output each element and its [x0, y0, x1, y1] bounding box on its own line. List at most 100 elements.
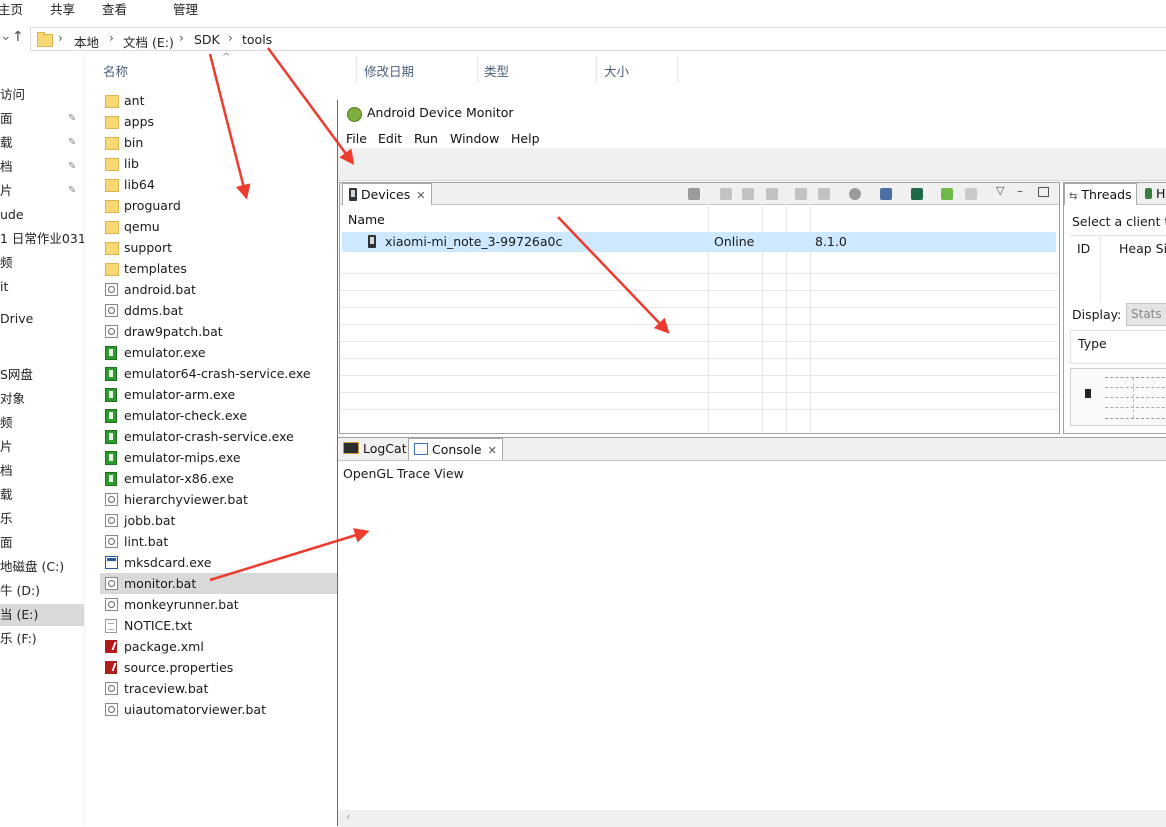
chevron-right-icon[interactable]: › [179, 31, 184, 45]
debug-icon[interactable] [688, 188, 700, 200]
dump-hprof-icon[interactable] [742, 188, 754, 200]
chevron-right-icon[interactable]: › [228, 31, 233, 45]
file-row[interactable]: NOTICE.txt [100, 615, 337, 636]
file-row[interactable]: traceview.bat [100, 678, 337, 699]
column-separator[interactable] [596, 56, 597, 82]
file-row[interactable]: bin [100, 132, 337, 153]
menu-help[interactable]: Help [511, 131, 540, 146]
sidebar-item[interactable]: 片 [0, 436, 84, 458]
method-profiling-icon[interactable] [818, 188, 830, 200]
screen-capture-icon[interactable] [880, 188, 892, 200]
display-select[interactable]: Stats [1126, 303, 1166, 326]
file-row[interactable]: lib64 [100, 174, 337, 195]
ribbon-tab-share[interactable]: 共享 [50, 0, 75, 18]
file-row[interactable]: support [100, 237, 337, 258]
file-row[interactable]: monkeyrunner.bat [100, 594, 337, 615]
sidebar-item[interactable]: ude [0, 204, 84, 226]
device-row[interactable]: xiaomi-mi_note_3-99726a0c Online 8.1.0 [342, 232, 1056, 252]
ribbon-tab-view[interactable]: 查看 [102, 0, 127, 18]
type-col[interactable]: Type [1078, 336, 1107, 351]
minimize-icon[interactable]: – [1017, 184, 1023, 198]
sidebar-item[interactable]: 面 ✎ [0, 108, 84, 130]
file-row[interactable]: mksdcard.exe [100, 552, 337, 573]
file-row[interactable]: emulator-x86.exe [100, 468, 337, 489]
ribbon-tab-home[interactable]: 主页 [0, 0, 23, 18]
tab-logcat[interactable]: LogCat [340, 438, 410, 459]
file-row[interactable]: proguard [100, 195, 337, 216]
file-row[interactable]: qemu [100, 216, 337, 237]
sidebar-item[interactable]: 档 [0, 460, 84, 482]
breadcrumb-documents-e[interactable]: 文档 (E:) [123, 32, 174, 51]
update-heap-icon[interactable] [720, 188, 732, 200]
address-bar[interactable]: › 本地 › 文档 (E:) › SDK › tools [30, 27, 1166, 51]
file-row[interactable]: apps [100, 111, 337, 132]
chevron-down-icon[interactable]: ⌄ [0, 28, 12, 44]
sidebar-item[interactable]: it [0, 276, 84, 298]
file-row[interactable]: templates [100, 258, 337, 279]
file-row[interactable]: emulator64-crash-service.exe [100, 363, 337, 384]
column-header-name[interactable]: 名称 [103, 62, 128, 82]
sidebar-item[interactable]: 访问 [0, 84, 84, 106]
chevron-right-icon[interactable]: › [109, 31, 114, 45]
opengl-trace-icon[interactable] [941, 188, 953, 200]
menu-file[interactable]: File [346, 131, 367, 146]
sidebar-item[interactable]: Drive [0, 308, 84, 330]
file-row[interactable]: lib [100, 153, 337, 174]
file-row[interactable]: ddms.bat [100, 300, 337, 321]
devices-column-name[interactable]: Name [348, 212, 385, 227]
sidebar-item[interactable]: 频 [0, 252, 84, 274]
column-separator[interactable] [477, 56, 478, 82]
breadcrumb-sdk[interactable]: SDK [194, 32, 220, 47]
file-row[interactable]: jobb.bat [100, 510, 337, 531]
sidebar-item[interactable]: 面 [0, 532, 84, 554]
column-separator[interactable] [677, 56, 678, 82]
column-separator[interactable] [356, 56, 357, 82]
view-menu-icon[interactable]: ▽ [996, 184, 1004, 197]
menu-edit[interactable]: Edit [378, 131, 402, 146]
file-row[interactable]: emulator-mips.exe [100, 447, 337, 468]
sidebar-item[interactable]: 1 日常作业0314 [0, 228, 84, 250]
close-icon[interactable]: ✕ [488, 444, 497, 457]
up-arrow-icon[interactable]: ↑ [12, 29, 24, 45]
file-row[interactable]: lint.bat [100, 531, 337, 552]
sidebar-item[interactable]: 频 [0, 412, 84, 434]
sidebar-item[interactable]: 乐 (F:) [0, 628, 84, 650]
update-threads-icon[interactable] [795, 188, 807, 200]
sidebar-item[interactable]: 乐 [0, 508, 84, 530]
file-row[interactable]: emulator-check.exe [100, 405, 337, 426]
pin-icon[interactable]: ✎ [68, 108, 76, 130]
file-row[interactable]: uiautomatorviewer.bat [100, 699, 337, 720]
systrace-icon[interactable] [911, 188, 923, 200]
sidebar-item[interactable]: 载 ✎ [0, 132, 84, 154]
breadcrumb-tools[interactable]: tools [242, 32, 272, 47]
close-icon[interactable]: ✕ [416, 189, 425, 202]
file-row[interactable]: draw9patch.bat [100, 321, 337, 342]
tab-heap[interactable]: H [1141, 183, 1166, 204]
file-row[interactable]: hierarchyviewer.bat [100, 489, 337, 510]
sidebar-item[interactable]: 档 ✎ [0, 156, 84, 178]
file-row[interactable]: emulator-arm.exe [100, 384, 337, 405]
tab-devices[interactable]: Devices ✕ [342, 183, 433, 205]
file-row[interactable]: emulator.exe [100, 342, 337, 363]
column-header-size[interactable]: 大小 [604, 62, 629, 82]
pin-icon[interactable]: ✎ [68, 132, 76, 154]
file-row[interactable]: source.properties [100, 657, 337, 678]
hierarchy-icon[interactable] [965, 188, 977, 200]
cause-gc-icon[interactable] [766, 188, 778, 200]
file-row[interactable]: monitor.bat [100, 573, 337, 594]
heap-col-id[interactable]: ID [1077, 241, 1090, 256]
file-row[interactable]: ant [100, 90, 337, 111]
breadcrumb-local[interactable]: 本地 [74, 32, 99, 51]
sidebar-item[interactable]: 当 (E:) [0, 604, 84, 626]
pin-icon[interactable]: ✎ [68, 156, 76, 178]
scroll-left-icon[interactable]: ‹ [346, 810, 350, 823]
file-row[interactable]: package.xml [100, 636, 337, 657]
file-row[interactable]: emulator-crash-service.exe [100, 426, 337, 447]
sidebar-item[interactable]: 载 [0, 484, 84, 506]
pin-icon[interactable]: ✎ [68, 180, 76, 202]
window-titlebar[interactable]: Android Device Monitor [338, 100, 1166, 126]
stop-icon[interactable] [849, 188, 861, 200]
heap-col-size[interactable]: Heap Siz [1119, 241, 1166, 256]
column-header-type[interactable]: 类型 [484, 62, 509, 82]
tab-console[interactable]: Console ✕ [408, 438, 503, 460]
